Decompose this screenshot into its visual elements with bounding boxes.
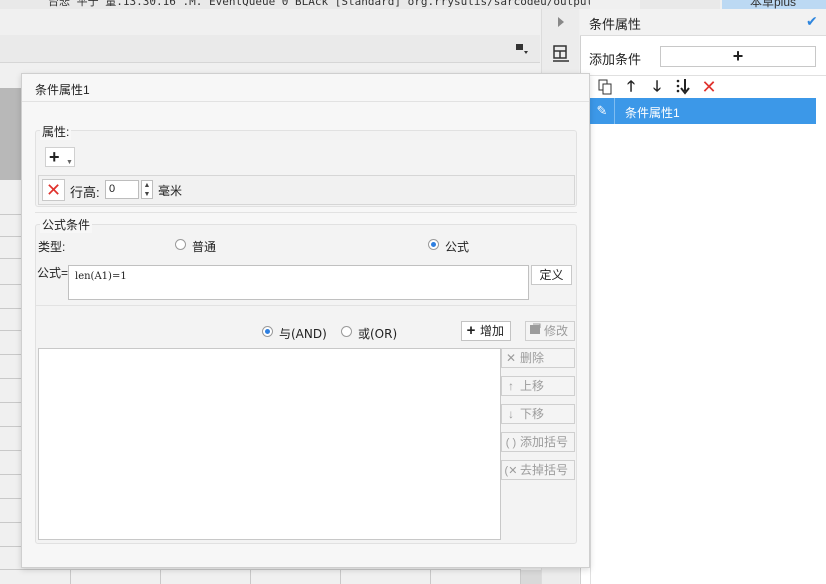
modify-button[interactable]: 修改 — [525, 321, 575, 341]
grid-line — [0, 498, 22, 499]
scroll-corner — [521, 570, 541, 584]
dialog-title-bar — [22, 74, 589, 102]
delete-icon: ✕ — [505, 351, 517, 365]
row-height-spinner[interactable]: ▲ ▼ — [141, 180, 153, 199]
delete-label: 删除 — [520, 351, 545, 365]
row-height-input[interactable]: 0 — [105, 180, 139, 199]
grid-line — [0, 236, 22, 237]
expand-arrow-icon[interactable] — [557, 17, 565, 27]
formula-input[interactable]: len(A1)=1 — [68, 265, 529, 300]
modify-icon — [526, 322, 544, 340]
window-icons — [640, 0, 720, 9]
logic-or-label[interactable]: 或(OR) — [358, 325, 397, 342]
remove-bracket-label: 去掉括号 — [520, 463, 569, 477]
publish-label: 本草plus — [750, 0, 797, 9]
add-bracket-button[interactable]: ( ) 添加括号 — [501, 432, 575, 452]
type-normal-label[interactable]: 普通 — [192, 238, 216, 255]
move-down-button[interactable]: ↓ 下移 — [501, 404, 575, 424]
grid-line — [0, 474, 22, 475]
grid-line — [0, 308, 22, 309]
condition-panel-title: 条件属性 — [589, 17, 642, 32]
dialog-title: 条件属性1 — [35, 83, 90, 97]
logic-or-radio[interactable] — [341, 326, 352, 337]
add-label: 增加 — [480, 324, 505, 338]
delete-button[interactable]: ✕ 删除 — [501, 348, 575, 368]
grid-line — [0, 284, 22, 285]
define-button[interactable]: 定义 — [531, 265, 572, 285]
grid-line — [0, 330, 22, 331]
window-title-strip: 台悲 平于 量.13.30.16 .M. EventQueue 0 BLAck … — [0, 0, 590, 9]
condition-item-label: 条件属性1 — [625, 106, 680, 120]
confirm-check-icon[interactable]: ✔ — [806, 13, 818, 30]
grid-line — [0, 522, 22, 523]
condition-list-item[interactable]: ✎ 条件属性1 — [590, 98, 816, 124]
window-title: 台悲 平于 量.13.30.16 .M. EventQueue 0 BLAck … — [48, 0, 590, 8]
grid-line — [430, 569, 431, 584]
add-condition-button[interactable]: + — [660, 46, 816, 67]
row-height-label: 行高: — [70, 185, 100, 200]
arrow-up-icon: ↑ — [508, 379, 514, 393]
modify-label: 修改 — [544, 324, 569, 338]
grid-line — [340, 569, 341, 584]
type-formula-label[interactable]: 公式 — [445, 238, 469, 255]
move-bottom-icon[interactable] — [672, 76, 694, 98]
remove-attribute-button[interactable]: ✕ — [42, 179, 65, 201]
add-attribute-dropdown[interactable]: + ▼ — [45, 147, 75, 167]
edit-pencil-icon[interactable]: ✎ — [590, 98, 615, 124]
grid-line — [0, 426, 22, 427]
type-label: 类型: — [38, 240, 66, 254]
toolbar-menu-icon[interactable] — [515, 43, 529, 55]
bracket-icon: ( ) — [505, 437, 517, 449]
type-normal-radio[interactable] — [175, 239, 186, 250]
row-height-unit: 毫米 — [158, 184, 183, 198]
move-down-label: 下移 — [520, 407, 545, 421]
cell-attribute-icon[interactable] — [552, 44, 570, 62]
logic-and-radio[interactable] — [262, 326, 273, 337]
grid-line — [0, 402, 22, 403]
formula-condition-label: 公式条件 — [40, 216, 93, 233]
publish-button[interactable]: 本草plus — [722, 0, 826, 9]
divider — [35, 212, 577, 213]
editor-toolbar — [0, 35, 540, 63]
condition-toolbar: 🡑 🡓 ✕ — [590, 75, 826, 97]
arrow-down-icon[interactable]: 🡓 — [646, 76, 668, 98]
sheet-row-header — [0, 88, 22, 180]
move-up-label: 上移 — [520, 379, 545, 393]
plus-icon: + — [49, 147, 60, 167]
type-formula-radio[interactable] — [428, 239, 439, 250]
formula-label: 公式= — [37, 266, 69, 280]
grid-line — [250, 569, 251, 584]
grid-line — [160, 569, 161, 584]
grid-line — [0, 378, 22, 379]
grid-line — [0, 354, 22, 355]
grid-line — [0, 258, 22, 259]
grid-line — [0, 546, 22, 547]
delete-icon[interactable]: ✕ — [698, 76, 720, 98]
grid-line — [70, 569, 71, 584]
logic-and-label[interactable]: 与(AND) — [279, 325, 327, 342]
add-condition-label: 添加条件 — [589, 52, 642, 67]
copy-icon[interactable] — [594, 76, 616, 98]
attribute-group-label: 属性: — [40, 123, 72, 140]
divider — [36, 305, 576, 306]
caret-down-icon: ▼ — [66, 159, 73, 166]
remove-bracket-icon: (✕ — [504, 465, 518, 477]
plus-icon: + — [466, 322, 476, 339]
grid-line — [0, 214, 22, 215]
grid-line — [0, 450, 22, 451]
panel-divider — [590, 124, 591, 584]
condition-list-box[interactable] — [38, 348, 501, 540]
move-up-button[interactable]: ↑ 上移 — [501, 376, 575, 396]
add-bracket-label: 添加括号 — [520, 435, 569, 449]
arrow-up-icon[interactable]: 🡑 — [620, 76, 642, 98]
remove-bracket-button[interactable]: (✕ 去掉括号 — [501, 460, 575, 480]
arrow-down-icon: ↓ — [508, 407, 514, 421]
add-condition-row-button[interactable]: + 增加 — [461, 321, 511, 341]
grid-line — [0, 569, 521, 570]
